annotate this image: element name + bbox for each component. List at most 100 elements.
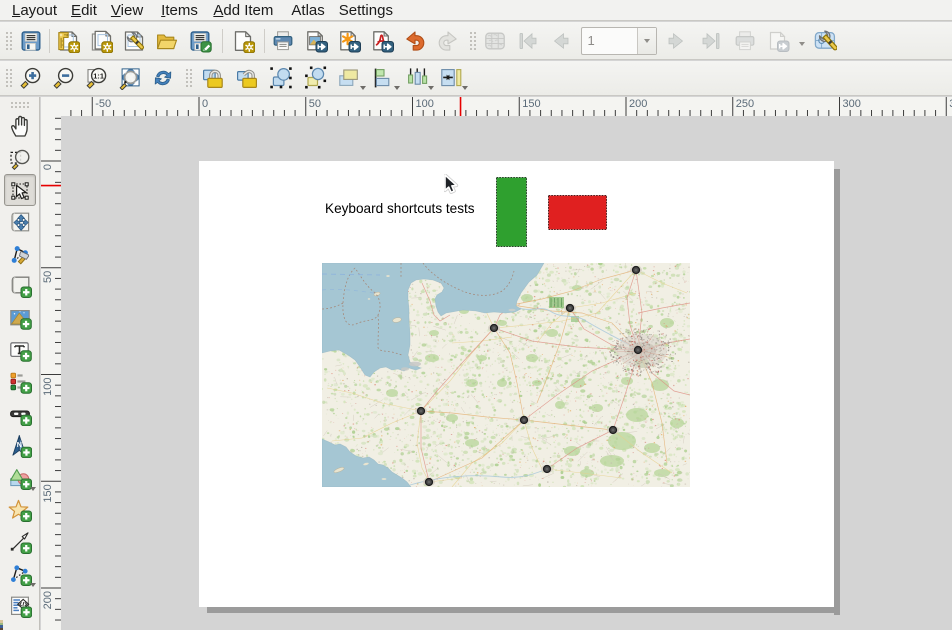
- print-atlas-button[interactable]: [729, 26, 762, 56]
- lock-selected-items-button[interactable]: [196, 63, 230, 93]
- add-legend-icon: [8, 370, 32, 394]
- menu-layout[interactable]: Layout: [5, 2, 64, 19]
- align-selected-items-button[interactable]: [366, 63, 400, 93]
- add-scalebar-button[interactable]: [4, 398, 36, 430]
- add-picture-button[interactable]: [4, 302, 36, 334]
- menu-settings[interactable]: Settings: [332, 2, 400, 19]
- distribute-items-button[interactable]: [400, 63, 434, 93]
- group-items-button[interactable]: [264, 63, 298, 93]
- move-item-content-button[interactable]: [4, 206, 36, 238]
- export-atlas-button[interactable]: [762, 26, 809, 56]
- edit-nodes-item-button[interactable]: [4, 238, 36, 270]
- add-north-arrow-button[interactable]: N: [4, 430, 36, 462]
- toolbox: N: [0, 97, 40, 630]
- preview-atlas-button[interactable]: [479, 26, 512, 56]
- add-arrow-button[interactable]: [4, 526, 36, 558]
- pan-layout-button[interactable]: [4, 110, 36, 142]
- toolbar-separator: [49, 29, 50, 53]
- resize-items-button[interactable]: [434, 63, 468, 93]
- menu-add-item[interactable]: Add Item: [206, 2, 280, 19]
- last-feature-button[interactable]: [695, 26, 728, 56]
- add-north-icon: N: [8, 434, 32, 458]
- svg-text:1:1: 1:1: [93, 71, 104, 80]
- menu-mnemonic: A: [213, 2, 223, 19]
- refresh-view-button[interactable]: [147, 63, 180, 93]
- add-html-button[interactable]: [4, 590, 36, 622]
- add-shape-button[interactable]: [4, 462, 36, 494]
- menu-view[interactable]: View: [104, 2, 150, 19]
- zoom-full-button[interactable]: [114, 63, 147, 93]
- ungroup-items-button[interactable]: [298, 63, 332, 93]
- add-node-icon: [8, 562, 32, 586]
- add-node-item-button[interactable]: [4, 558, 36, 590]
- export-image-icon: [304, 29, 328, 53]
- vertical-ruler: 050100150200: [41, 116, 61, 630]
- arrow-first-icon: [516, 29, 540, 53]
- duplicate-layout-button[interactable]: [85, 26, 118, 56]
- svg-text:150: 150: [42, 484, 54, 502]
- new-layout-button[interactable]: [52, 26, 85, 56]
- dropdown-arrow-icon: [644, 39, 650, 43]
- atlas-settings-icon: [813, 29, 837, 53]
- menu-edit[interactable]: Edit: [64, 2, 104, 19]
- menu-items[interactable]: Items: [154, 2, 205, 19]
- add-label-button[interactable]: [4, 334, 36, 366]
- zoom-out-button[interactable]: [48, 63, 81, 93]
- export-as-image-button[interactable]: [299, 26, 332, 56]
- atlas-settings-button[interactable]: [809, 26, 842, 56]
- svg-text:300: 300: [843, 98, 861, 110]
- print-layout-button[interactable]: [266, 26, 299, 56]
- svg-text:150: 150: [522, 98, 540, 110]
- map-preview-image: [322, 263, 690, 487]
- atlas-combo-dropdown[interactable]: [637, 28, 656, 54]
- zoom-in-button[interactable]: [15, 63, 48, 93]
- toolbar-drag-handle[interactable]: [468, 30, 477, 52]
- layout-canvas[interactable]: Keyboard shortcuts tests: [61, 116, 952, 630]
- svg-text:0: 0: [42, 164, 54, 170]
- zoom-actual-icon: 1:1: [85, 66, 109, 90]
- horizontal-ruler: -50050100150200250300350: [61, 97, 952, 116]
- menu-mnemonic: V: [111, 2, 121, 19]
- zoom-in-icon: [19, 66, 43, 90]
- menu-atlas[interactable]: Atlas: [284, 2, 331, 19]
- previous-feature-button[interactable]: [545, 26, 578, 56]
- menu-mnemonic: E: [71, 2, 81, 19]
- undo-button[interactable]: [398, 26, 431, 56]
- svg-text:100: 100: [42, 378, 54, 396]
- save-as-template-button[interactable]: [184, 26, 217, 56]
- load-from-template-button[interactable]: [151, 26, 184, 56]
- zoom-tool-button[interactable]: [4, 142, 36, 174]
- zoom-actual-button[interactable]: 1:1: [81, 63, 114, 93]
- add-pages-button[interactable]: [227, 26, 260, 56]
- save-icon: [19, 29, 43, 53]
- toolbar-navigation: 1:1: [0, 61, 952, 96]
- raise-selected-items-button[interactable]: [332, 63, 366, 93]
- select-move-item-button[interactable]: [4, 174, 36, 206]
- atlas-feature-combo[interactable]: 1: [581, 27, 657, 55]
- label-item[interactable]: Keyboard shortcuts tests: [325, 201, 475, 216]
- first-feature-button[interactable]: [512, 26, 545, 56]
- export-as-svg-button[interactable]: [332, 26, 365, 56]
- save-project-button[interactable]: [15, 26, 48, 56]
- toolbar-separator: [264, 29, 265, 53]
- add-legend-button[interactable]: [4, 366, 36, 398]
- svg-text:-50: -50: [95, 98, 111, 110]
- red-rectangle-item[interactable]: [548, 195, 607, 230]
- unlock-all-button[interactable]: [230, 63, 264, 93]
- next-feature-button[interactable]: [660, 26, 693, 56]
- toolbar-drag-handle[interactable]: [184, 67, 193, 89]
- zoom-tool-icon: [8, 146, 32, 170]
- add-marker-button[interactable]: [4, 494, 36, 526]
- green-rectangle-item[interactable]: [496, 177, 527, 247]
- v-ruler-ticks: 050100150200: [41, 116, 61, 630]
- add-map-button[interactable]: [4, 270, 36, 302]
- redo-button[interactable]: [431, 26, 464, 56]
- toolbar-drag-handle[interactable]: [4, 30, 13, 52]
- layout-manager-button[interactable]: [118, 26, 151, 56]
- toolbar-drag-handle[interactable]: [4, 67, 13, 89]
- distribute-icon: [405, 66, 429, 90]
- map-item[interactable]: [322, 263, 690, 487]
- toolbar-drag-handle[interactable]: [9, 100, 31, 109]
- svg-text:100: 100: [416, 98, 434, 110]
- export-as-pdf-button[interactable]: [365, 26, 398, 56]
